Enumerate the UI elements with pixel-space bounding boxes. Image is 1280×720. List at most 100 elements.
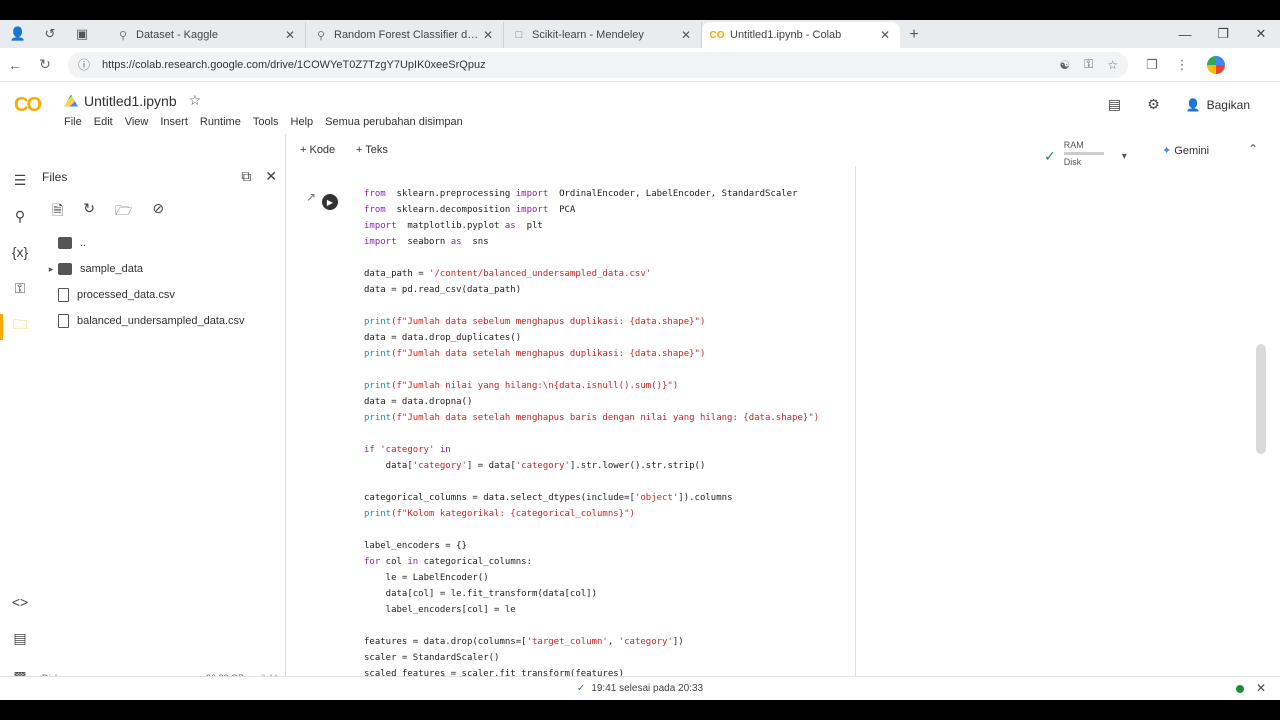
tree-item-label: processed_data.csv	[77, 289, 175, 301]
profile-icon[interactable]: 👤	[8, 24, 28, 44]
code-token: print	[364, 509, 392, 519]
password-key-icon[interactable]: ⚿	[1084, 57, 1093, 72]
code-token: if	[364, 445, 375, 455]
close-icon[interactable]: ✕	[283, 28, 297, 42]
close-icon[interactable]: ✕	[878, 28, 892, 42]
menu-edit[interactable]: Edit	[94, 116, 113, 128]
run-cell-icon[interactable]: ▶	[322, 194, 338, 210]
chevron-up-icon[interactable]: ⌃	[1248, 142, 1258, 156]
add-code-button[interactable]: + Kode	[300, 144, 335, 156]
close-window-icon[interactable]: ✕	[1242, 26, 1280, 42]
code-line: import seaborn as sns	[364, 234, 944, 250]
code-token: data[	[364, 461, 413, 471]
code-token: data = data.drop_duplicates()	[364, 333, 522, 343]
drive-icon	[64, 94, 78, 107]
tree-item-label: ..	[80, 237, 87, 249]
star-icon[interactable]: ☆	[189, 92, 202, 109]
menu-file[interactable]: File	[64, 116, 82, 128]
tab-actions-icon[interactable]: ▣	[72, 24, 92, 44]
command-palette-icon[interactable]: ▤	[10, 628, 30, 648]
restore-icon[interactable]: ❐	[1204, 26, 1242, 42]
notebook-title[interactable]: Untitled1.ipynb	[84, 93, 177, 109]
url-input[interactable]: ⓘ https://colab.research.google.com/driv…	[68, 51, 1128, 78]
code-token: col	[380, 557, 408, 567]
new-tab-button[interactable]: +	[900, 22, 928, 48]
status-bar: ✓ 19:41 selesai pada 20:33 ✕	[0, 676, 1280, 700]
code-token: ]).columns	[678, 493, 733, 503]
browser-tab-title: Scikit-learn - Mendeley	[532, 29, 644, 41]
extensions-icon[interactable]: ❐	[1146, 57, 1158, 73]
tree-item[interactable]: ▸ sample_data	[44, 256, 280, 282]
code-token: as	[450, 237, 462, 247]
chevron-right-icon[interactable]: ▸	[44, 264, 58, 275]
save-status[interactable]: Semua perubahan disimpan	[325, 116, 463, 128]
refresh-icon[interactable]: ↻	[83, 200, 95, 224]
tree-item[interactable]: processed_data.csv	[44, 282, 280, 308]
open-in-tab-icon[interactable]: ⧉	[241, 168, 251, 185]
ram-bar	[1063, 152, 1104, 155]
browser-tab-colab[interactable]: CO Untitled1.ipynb - Colab ✕	[702, 22, 900, 48]
menu-insert[interactable]: Insert	[160, 116, 188, 128]
code-token: 'target_column'	[526, 637, 608, 647]
secrets-key-icon[interactable]: ⚿	[10, 278, 30, 298]
share-button[interactable]: 👤 Bagikan	[1186, 98, 1250, 112]
code-token: features = data.drop(columns=[	[364, 637, 527, 647]
menu-runtime[interactable]: Runtime	[200, 116, 241, 128]
chevron-down-icon[interactable]: ▾	[1122, 151, 1127, 162]
bookmark-star-icon[interactable]: ☆	[1107, 58, 1118, 72]
drive-folder-icon[interactable]: 🗁	[115, 200, 132, 224]
code-cell[interactable]: ↗ ▶ from sklearn.preprocessing import Or…	[306, 166, 856, 690]
code-editor[interactable]: from sklearn.preprocessing import Ordina…	[364, 186, 944, 682]
back-icon[interactable]: ←	[0, 57, 30, 73]
code-token: (f"Jumlah nilai yang hilang:\n{data.isnu…	[391, 381, 679, 391]
code-token: matplotlib.pyplot	[396, 221, 505, 231]
vertical-scrollbar[interactable]	[1256, 344, 1266, 454]
code-token: scaler = StandardScaler()	[364, 653, 500, 663]
tree-item-label: sample_data	[80, 263, 143, 275]
toc-icon[interactable]: ☰	[10, 170, 30, 190]
code-token: (f"Jumlah data sebelum menghapus duplika…	[391, 317, 706, 327]
history-icon[interactable]: ↺	[40, 24, 60, 44]
variables-icon[interactable]: {x}	[10, 242, 30, 262]
search-icon[interactable]: ⚲	[10, 206, 30, 226]
gemini-icon[interactable]	[1206, 55, 1225, 74]
code-line: from sklearn.decomposition import PCA	[364, 202, 944, 218]
menu-view[interactable]: View	[125, 116, 149, 128]
browser-tab-mendeley[interactable]: □ Scikit-learn - Mendeley ✕	[504, 22, 702, 48]
code-snippets-icon[interactable]: <>	[10, 592, 30, 612]
settings-gear-icon[interactable]: ⚙	[1147, 96, 1160, 113]
tree-item[interactable]: balanced_undersampled_data.csv	[44, 308, 280, 334]
menu-icon[interactable]: ⋮	[1176, 57, 1189, 73]
browser-tab-kaggle[interactable]: ⚲ Dataset - Kaggle ✕	[108, 22, 306, 48]
close-icon[interactable]: ✕	[265, 168, 277, 185]
close-icon[interactable]: ✕	[1256, 681, 1266, 695]
folder-icon[interactable]: 🗀	[10, 316, 30, 336]
upload-file-icon[interactable]: 🗎	[52, 200, 63, 224]
translate-icon[interactable]: ☯	[1059, 58, 1070, 72]
code-line: print(f"Jumlah nilai yang hilang:\n{data…	[364, 378, 944, 394]
browser-tab-title: Dataset - Kaggle	[136, 29, 218, 41]
hide-files-icon[interactable]: ⊘	[152, 200, 164, 224]
reload-icon[interactable]: ↻	[30, 56, 60, 73]
menu-help[interactable]: Help	[291, 116, 314, 128]
colab-favicon-icon: CO	[709, 29, 725, 41]
minimize-icon[interactable]: —	[1166, 27, 1204, 42]
close-icon[interactable]: ✕	[481, 28, 495, 42]
site-info-icon[interactable]: ⓘ	[78, 56, 90, 73]
comments-icon[interactable]: ▤	[1108, 96, 1121, 113]
colab-logo[interactable]: CO	[14, 94, 42, 117]
menu-tools[interactable]: Tools	[253, 116, 279, 128]
code-line: data_path = '/content/balanced_undersamp…	[364, 266, 944, 282]
code-token: (f"Kolom kategorikal: {categorical_colum…	[391, 509, 635, 519]
person-add-icon: 👤	[1185, 97, 1201, 112]
add-text-button[interactable]: + Teks	[356, 144, 388, 156]
gemini-label: Gemini	[1174, 145, 1210, 157]
code-token: plt	[515, 221, 543, 231]
code-token: import	[364, 221, 397, 231]
browser-tab-rf[interactable]: ⚲ Random Forest Classifier dataset ✕	[306, 22, 504, 48]
tree-item[interactable]: ..	[44, 230, 280, 256]
gemini-button[interactable]: ✦ Gemini	[1162, 144, 1209, 157]
close-icon[interactable]: ✕	[679, 28, 693, 42]
